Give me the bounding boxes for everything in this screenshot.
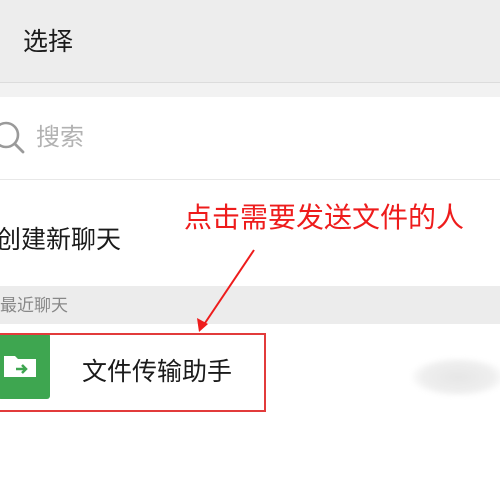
- page-title: 选择: [23, 27, 74, 56]
- recent-chats-header: 最近聊天: [0, 286, 500, 324]
- search-icon: [0, 121, 25, 154]
- annotation-text: 点击需要发送文件的人: [184, 201, 465, 234]
- empty-area: [0, 416, 500, 500]
- contact-picker-screen: 选择 创建新聊天 最近聊天 文件传输助手 点击需要发送文件的人: [0, 0, 500, 500]
- top-bar: 选择: [0, 0, 500, 83]
- blurred-timestamp: [412, 358, 500, 396]
- search-input[interactable]: [36, 119, 476, 155]
- annotation-highlight-box: [0, 333, 266, 412]
- divider: [0, 83, 500, 97]
- search-bar[interactable]: [0, 97, 500, 180]
- new-chat-label: 创建新聊天: [0, 225, 122, 254]
- recent-chats-label: 最近聊天: [0, 296, 68, 316]
